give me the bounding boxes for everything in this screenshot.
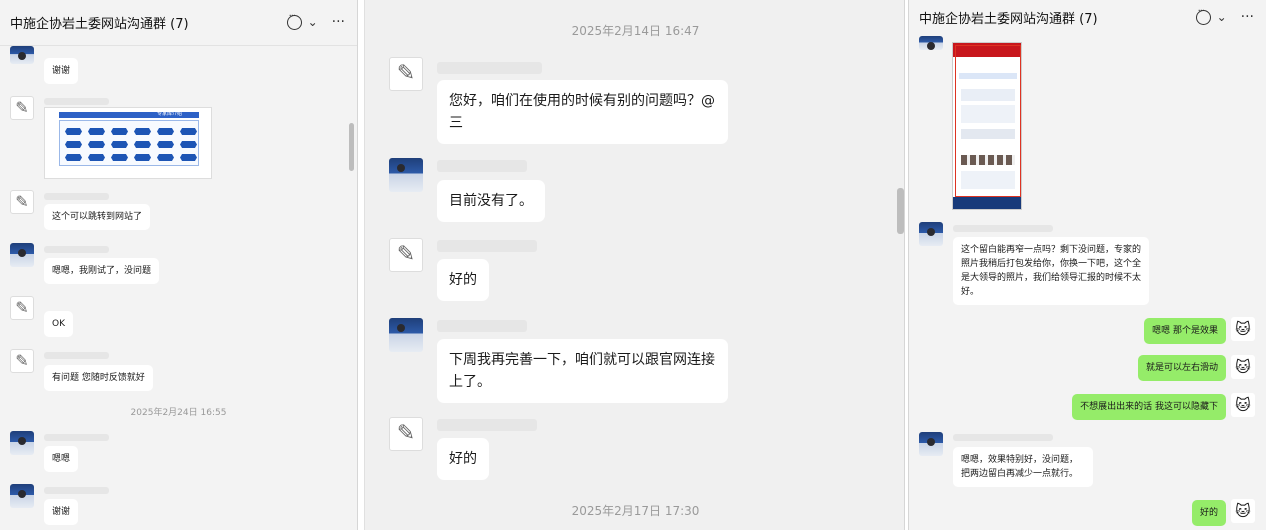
my-avatar[interactable]: 🐱 bbox=[1231, 393, 1255, 417]
chevron-down-icon[interactable]: ⌄ bbox=[308, 15, 318, 29]
group-title: 中施企协岩土委网站沟通群 (7) bbox=[919, 11, 1098, 27]
message-bubble[interactable]: 这个可以跳转到网站了 bbox=[44, 204, 151, 230]
avatar[interactable] bbox=[919, 36, 943, 50]
sender-name bbox=[437, 160, 527, 172]
sender-name bbox=[437, 240, 537, 252]
thumb-node bbox=[134, 141, 151, 148]
sender-name bbox=[44, 193, 109, 200]
thumb-title: 专家库介绍 bbox=[157, 111, 183, 117]
my-message-bubble[interactable]: 嗯嗯 那个是效果 bbox=[1144, 318, 1226, 344]
thumb-node bbox=[111, 128, 128, 135]
my-message-bubble[interactable]: 不想展出出来的话 我这可以隐藏下 bbox=[1072, 394, 1226, 420]
thumb-node bbox=[157, 154, 174, 161]
web-photos bbox=[961, 155, 1015, 165]
more-icon[interactable]: ··· bbox=[332, 14, 345, 30]
thumb-node bbox=[157, 141, 174, 148]
timestamp: 2025年2月17日 17:30 bbox=[571, 504, 700, 518]
chat-panel-right: 中施企协岩土委网站沟通群 (7) ⌄ ··· 这个留白能再窄一点吗？剩下没问题，… bbox=[908, 0, 1266, 530]
avatar[interactable] bbox=[10, 431, 34, 455]
message-bubble[interactable]: 您好，咱们在使用的时候有别的问题吗？@三 bbox=[437, 80, 728, 144]
sender-name bbox=[437, 419, 537, 431]
message-bubble[interactable]: 这个留白能再窄一点吗？剩下没问题，专家的照片我稍后打包发给你，你换一下吧，这个全… bbox=[953, 237, 1149, 305]
my-message-bubble[interactable]: 就是可以左右滑动 bbox=[1137, 355, 1226, 381]
thumb-node bbox=[65, 128, 82, 135]
avatar[interactable] bbox=[389, 318, 423, 352]
message-bubble[interactable]: 嗯嗯 bbox=[44, 446, 79, 472]
my-message-bubble[interactable]: 好的 bbox=[1191, 500, 1226, 526]
web-section bbox=[961, 129, 1015, 139]
sender-name bbox=[44, 434, 109, 441]
my-avatar[interactable]: 🐱 bbox=[1231, 355, 1255, 379]
chat-panel-left: 中施企协岩土委网站沟通群 (7) ⌄ ··· 谢谢 ✎ 专家库介绍 ✎ 这个 bbox=[0, 0, 358, 530]
chat-panel-middle: 2025年2月14日 16:47 ✎ 您好，咱们在使用的时候有别的问题吗？@三 … bbox=[364, 0, 905, 530]
message-bubble[interactable]: 好的 bbox=[437, 438, 489, 480]
scrollbar[interactable] bbox=[897, 188, 904, 234]
avatar[interactable] bbox=[919, 432, 943, 456]
message-bubble[interactable]: 谢谢 bbox=[44, 499, 79, 525]
header-tools: ⌄ ··· bbox=[286, 11, 345, 30]
chat-bubble-icon[interactable] bbox=[1195, 6, 1211, 25]
message-bubble[interactable]: 谢谢 bbox=[44, 58, 79, 84]
more-icon[interactable]: ··· bbox=[1241, 9, 1254, 25]
my-avatar[interactable]: 🐱 bbox=[1231, 317, 1255, 341]
thumb-node bbox=[88, 154, 105, 161]
web-section bbox=[961, 105, 1015, 123]
message-bubble[interactable]: 好的 bbox=[437, 259, 489, 301]
avatar[interactable]: ✎ bbox=[10, 96, 34, 120]
thumb-node bbox=[180, 141, 197, 148]
thumb-node bbox=[180, 128, 197, 135]
avatar[interactable] bbox=[10, 484, 34, 508]
sender-name bbox=[44, 487, 109, 494]
chat-bubble-icon[interactable] bbox=[286, 11, 302, 30]
timestamp: 2025年2月24日 16:55 bbox=[130, 408, 227, 418]
avatar[interactable] bbox=[919, 222, 943, 246]
thumb-node bbox=[111, 154, 128, 161]
thumb-node bbox=[180, 154, 197, 161]
my-avatar[interactable]: 🐱 bbox=[1231, 499, 1255, 523]
thumb-node bbox=[157, 128, 174, 135]
thumb-node bbox=[88, 128, 105, 135]
chat-header: 中施企协岩土委网站沟通群 (7) ⌄ ··· bbox=[0, 0, 357, 46]
message-bubble[interactable]: OK bbox=[44, 311, 73, 337]
web-footer bbox=[953, 197, 1021, 209]
thumb-node bbox=[134, 154, 151, 161]
chat-header: 中施企协岩土委网站沟通群 (7) ⌄ ··· bbox=[909, 0, 1266, 34]
image-message[interactable] bbox=[952, 42, 1022, 210]
sender-name bbox=[44, 352, 109, 359]
sender-name bbox=[437, 62, 542, 74]
chevron-down-icon[interactable]: ⌄ bbox=[1217, 10, 1227, 24]
message-bubble[interactable]: 下周我再完善一下，咱们就可以跟官网连接上了。 bbox=[437, 339, 728, 403]
message-bubble[interactable]: 嗯嗯，我刚试了，没问题 bbox=[44, 258, 160, 284]
avatar[interactable] bbox=[10, 243, 34, 267]
sender-name bbox=[44, 98, 109, 105]
sender-name bbox=[953, 434, 1053, 441]
web-section bbox=[961, 89, 1015, 101]
message-bubble[interactable]: 有问题 您随时反馈就好 bbox=[44, 365, 153, 391]
image-message[interactable]: 专家库介绍 bbox=[44, 107, 212, 179]
thumb-node bbox=[134, 128, 151, 135]
avatar[interactable]: ✎ bbox=[10, 190, 34, 214]
thumb-node bbox=[88, 141, 105, 148]
message-bubble[interactable]: 目前没有了。 bbox=[437, 180, 545, 222]
web-section bbox=[961, 171, 1015, 189]
avatar[interactable]: ✎ bbox=[389, 417, 423, 451]
thumb-node bbox=[65, 154, 82, 161]
avatar[interactable]: ✎ bbox=[389, 57, 423, 91]
web-section bbox=[959, 73, 1017, 79]
group-title: 中施企协岩土委网站沟通群 (7) bbox=[10, 17, 189, 32]
sender-name bbox=[953, 225, 1053, 232]
sender-name bbox=[44, 246, 109, 253]
avatar[interactable] bbox=[10, 46, 34, 64]
message-bubble[interactable]: 嗯嗯，效果特别好，没问题，把两边留白再减少一点就行。 bbox=[953, 447, 1093, 487]
avatar[interactable] bbox=[389, 158, 423, 192]
sender-name bbox=[437, 320, 527, 332]
avatar[interactable]: ✎ bbox=[10, 349, 34, 373]
avatar[interactable]: ✎ bbox=[10, 296, 34, 320]
thumb-node bbox=[65, 141, 82, 148]
timestamp: 2025年2月14日 16:47 bbox=[571, 24, 700, 38]
header-tools: ⌄ ··· bbox=[1195, 6, 1254, 25]
avatar[interactable]: ✎ bbox=[389, 238, 423, 272]
scrollbar[interactable] bbox=[349, 123, 354, 171]
thumb-node bbox=[111, 141, 128, 148]
